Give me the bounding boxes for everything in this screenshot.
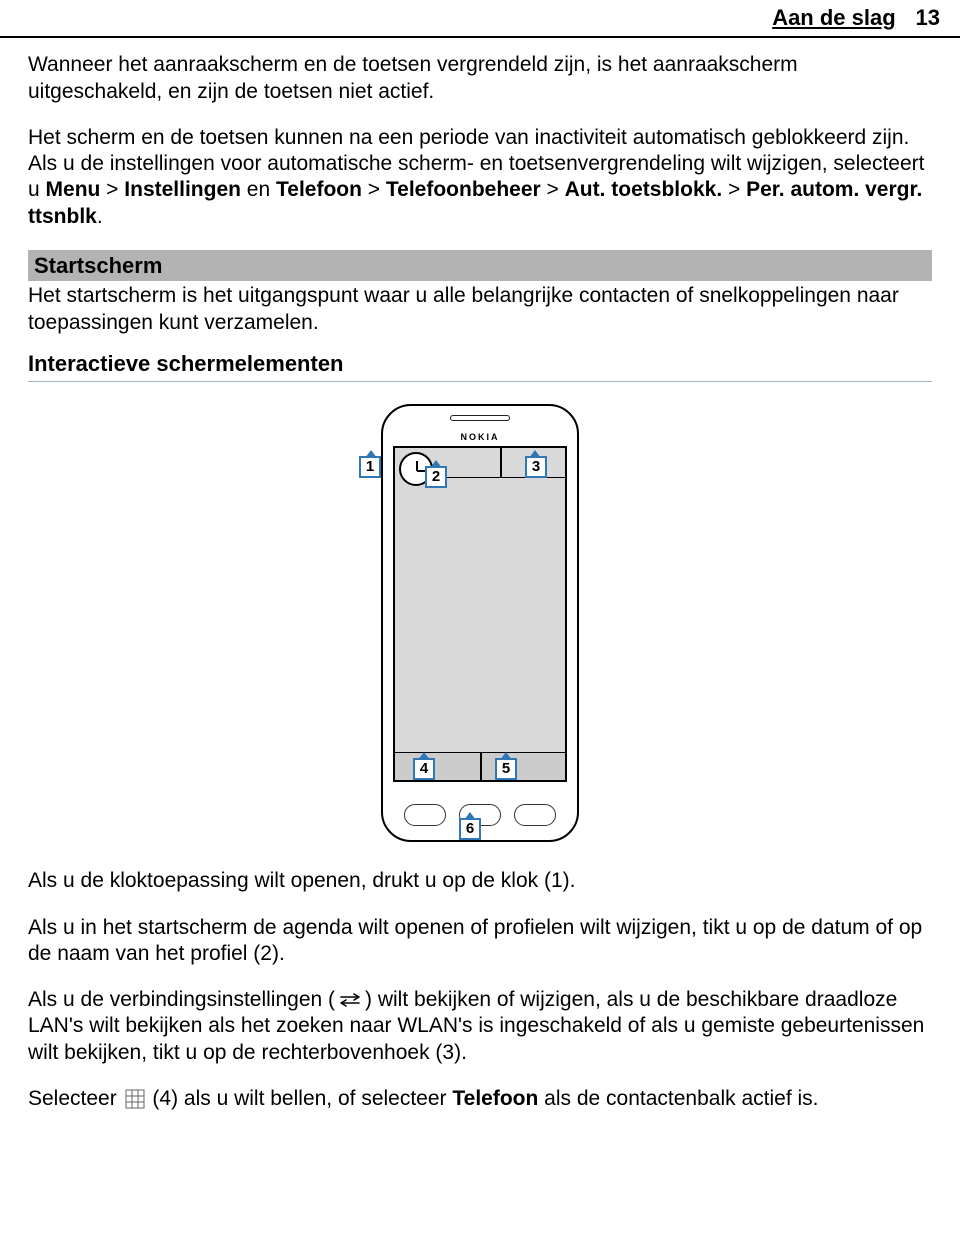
page-content: Wanneer het aanraakscherm en de toetsen … — [0, 52, 960, 1112]
text: (4) als u wilt bellen, of selecteer — [147, 1087, 453, 1110]
callout-4: 4 — [413, 758, 435, 780]
sep: > — [362, 178, 386, 201]
callout-2: 2 — [425, 466, 447, 488]
callout-1: 1 — [359, 456, 381, 478]
phone-screen — [393, 446, 567, 782]
menu-path-menu: Menu — [46, 178, 101, 201]
phone-body: NOKIA — [381, 404, 579, 842]
header-title: Aan de slag — [772, 5, 895, 30]
phone-illustration: NOKIA 1 2 3 4 5 6 — [355, 404, 605, 842]
text: Als u de verbindingsinstellingen ( — [28, 988, 335, 1011]
callout-6: 6 — [459, 818, 481, 840]
page-header: Aan de slag 13 — [0, 0, 960, 38]
text: als de contactenbalk actief is. — [538, 1087, 818, 1110]
menu-path-aut-toetsblokk: Aut. toetsblokk. — [565, 178, 723, 201]
paragraph-agenda: Als u in het startscherm de agenda wilt … — [28, 915, 932, 968]
end-key — [514, 804, 556, 826]
menu-path-telefoon: Telefoon — [276, 178, 362, 201]
paragraph-connections: Als u de verbindingsinstellingen () wilt… — [28, 987, 932, 1066]
paragraph-clock: Als u de kloktoepassing wilt openen, dru… — [28, 868, 932, 894]
callout-3: 3 — [525, 456, 547, 478]
phone-illustration-wrap: NOKIA 1 2 3 4 5 6 — [28, 404, 932, 842]
sep: > — [100, 178, 124, 201]
call-key — [404, 804, 446, 826]
menu-path-instellingen: Instellingen — [124, 178, 241, 201]
divider — [28, 381, 932, 382]
section-desc: Het startscherm is het uitgangspunt waar… — [28, 283, 932, 336]
dialpad-icon — [123, 1089, 147, 1109]
menu-telefoon: Telefoon — [452, 1087, 538, 1110]
callout-5: 5 — [495, 758, 517, 780]
sep: > — [541, 178, 565, 201]
text: Het scherm en de toetsen kunnen na een p… — [28, 126, 909, 149]
and: en — [241, 178, 276, 201]
sep: > — [722, 178, 746, 201]
subheading-interactieve: Interactieve schermelementen — [28, 350, 932, 378]
phone-brand: NOKIA — [383, 432, 577, 443]
paragraph-lock-settings: Het scherm en de toetsen kunnen na een p… — [28, 125, 932, 230]
page-number: 13 — [916, 5, 940, 30]
phone-speaker — [450, 415, 510, 421]
paragraph-lock-intro: Wanneer het aanraakscherm en de toetsen … — [28, 52, 932, 105]
arrows-icon — [335, 991, 365, 1009]
menu-path-telefoonbeheer: Telefoonbeheer — [386, 178, 541, 201]
section-heading-startscherm: Startscherm — [28, 250, 932, 282]
paragraph-call: Selecteer (4) als u wilt bellen, of sele… — [28, 1086, 932, 1112]
text: Selecteer — [28, 1087, 123, 1110]
